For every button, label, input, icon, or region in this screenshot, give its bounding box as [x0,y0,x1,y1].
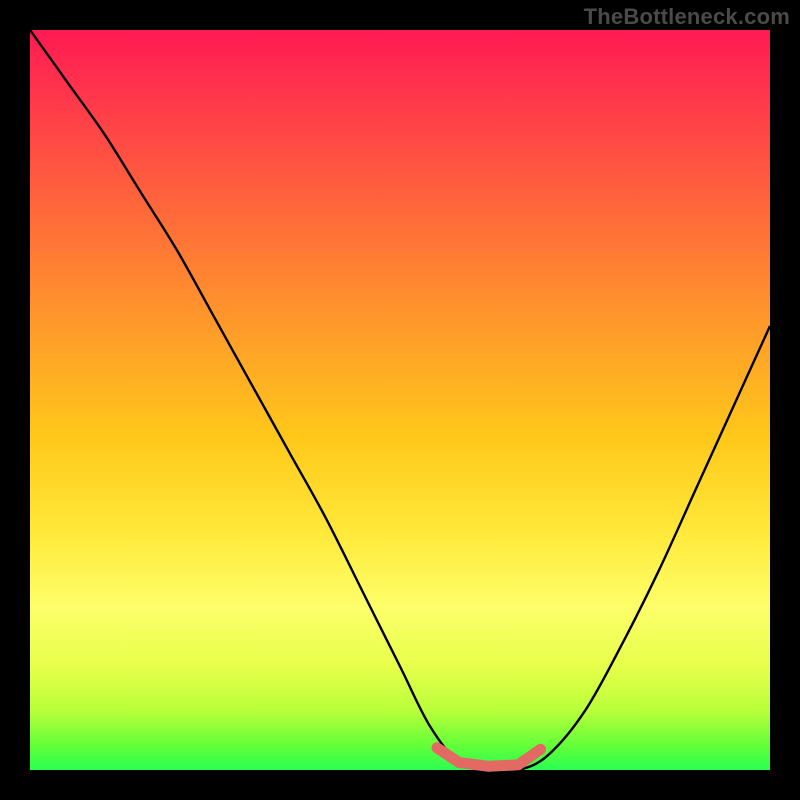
bottleneck-curve [30,30,770,771]
optimal-band-marker [437,748,541,767]
watermark-text: TheBottleneck.com [584,4,790,30]
chart-frame: TheBottleneck.com [0,0,800,800]
chart-overlay [30,30,770,770]
plot-area [30,30,770,770]
